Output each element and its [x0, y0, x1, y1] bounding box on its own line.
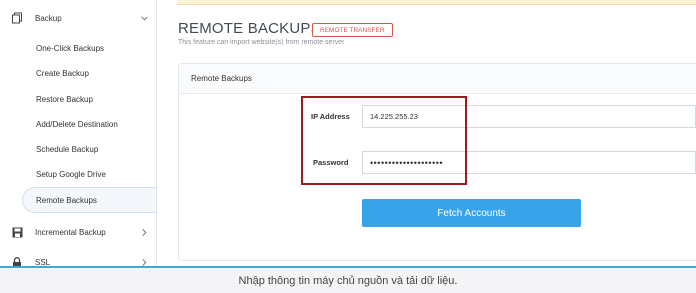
sidebar-item-remote-backups[interactable]: Remote Backups — [36, 196, 97, 205]
backup-icon — [10, 11, 24, 25]
sidebar-item-one-click-backups[interactable]: One-Click Backups — [36, 44, 104, 53]
sidebar-item-add-delete-destination[interactable]: Add/Delete Destination — [36, 120, 118, 129]
sidebar-section-label: Incremental Backup — [35, 227, 106, 237]
notice-strip — [177, 0, 696, 5]
remote-transfer-badge: REMOTE TRANSFER — [312, 23, 393, 37]
chevron-down-icon — [140, 14, 148, 22]
sidebar-item-setup-google-drive[interactable]: Setup Google Drive — [36, 170, 106, 179]
card-header: Remote Backups — [179, 64, 696, 94]
card-title: Remote Backups — [191, 74, 252, 83]
sidebar-section-backup[interactable]: Backup — [0, 6, 156, 30]
sidebar-item-create-backup[interactable]: Create Backup — [36, 69, 89, 78]
sidebar-section-label: SSL — [35, 257, 51, 267]
page-title: REMOTE BACKUPS - — [178, 20, 331, 37]
caption-text: Nhập thông tin máy chủ nguồn và tải dữ l… — [238, 274, 458, 287]
lock-icon — [10, 255, 24, 266]
sidebar-section-ssl[interactable]: SSL — [0, 250, 156, 267]
sidebar-section-label: Backup — [35, 13, 62, 23]
chevron-right-icon — [140, 228, 148, 236]
highlight-annotation-box — [301, 96, 467, 185]
fetch-accounts-button[interactable]: Fetch Accounts — [362, 199, 581, 227]
sidebar-item-restore-backup[interactable]: Restore Backup — [36, 95, 93, 104]
sidebar-section-incremental-backup[interactable]: Incremental Backup — [0, 220, 156, 244]
sidebar-item-schedule-backup[interactable]: Schedule Backup — [36, 145, 98, 154]
screenshot-frame: Backup One-Click Backups Create Backup R… — [0, 0, 696, 293]
sidebar: Backup One-Click Backups Create Backup R… — [0, 0, 157, 266]
caption-bar: Nhập thông tin máy chủ nguồn và tải dữ l… — [0, 266, 696, 293]
save-icon — [10, 225, 24, 239]
page-subtitle: This feature can import website(s) from … — [178, 39, 345, 46]
chevron-right-icon — [140, 258, 148, 266]
